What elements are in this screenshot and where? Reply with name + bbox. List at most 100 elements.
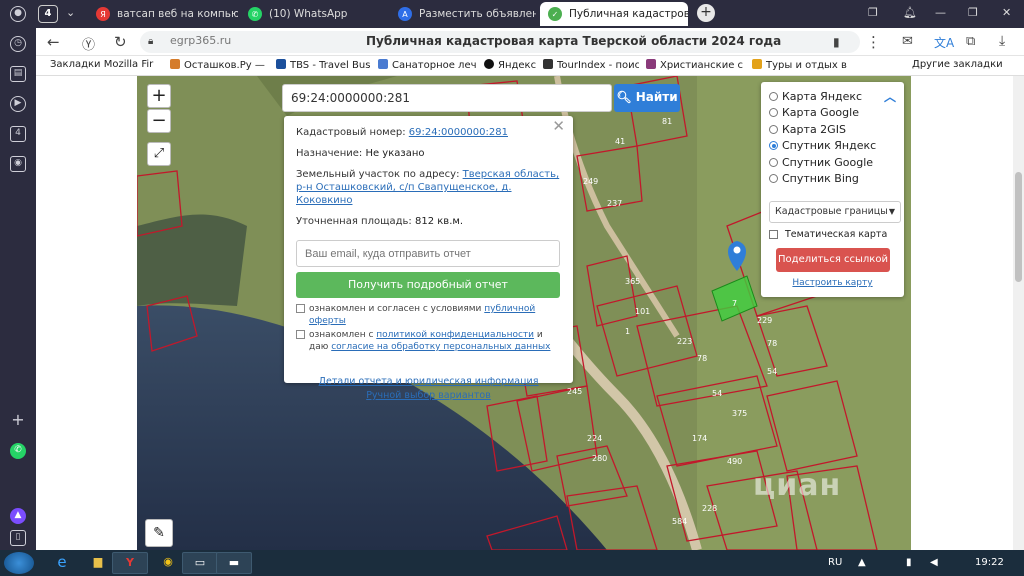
notifications-icon[interactable]: 🔔︎: [903, 6, 917, 19]
scroll-thumb[interactable]: [1015, 172, 1022, 282]
window-icon[interactable]: ▭: [182, 552, 218, 574]
video-icon[interactable]: ▶: [10, 96, 26, 112]
back-arrow-icon[interactable]: ←: [47, 33, 60, 51]
manual-select-link[interactable]: Ручной выбор вариантов: [296, 389, 561, 403]
bookmark-icon[interactable]: ▮: [833, 35, 840, 49]
tab-whatsapp[interactable]: ✆ (10) WhatsApp: [240, 2, 388, 26]
alice-icon[interactable]: ▲: [10, 508, 26, 524]
translate-icon[interactable]: 文A: [934, 34, 954, 51]
radio-button[interactable]: [769, 174, 778, 184]
radio-button[interactable]: [769, 108, 778, 118]
page-scrollbar[interactable]: [1013, 76, 1024, 550]
layer-option[interactable]: Карта Яндекс: [769, 88, 896, 105]
bookmark-item[interactable]: TourIndex - поиск: [543, 59, 639, 71]
layer-option[interactable]: Карта 2GIS: [769, 121, 896, 138]
profile-icon[interactable]: ●: [10, 6, 26, 22]
sidebar-toggle-icon[interactable]: ▯: [10, 530, 26, 546]
layer-option-label: Спутник Яндекс: [782, 139, 877, 153]
bookmark-item[interactable]: Христианские с: [646, 59, 744, 71]
tab-manager-icon[interactable]: ❐: [868, 6, 878, 19]
details-link[interactable]: Детали отчета и юридическая информация: [296, 375, 561, 389]
tab-counter[interactable]: 4: [38, 5, 58, 23]
tab-avito[interactable]: A Разместить объявление о: [390, 2, 536, 26]
history-icon[interactable]: ◷: [10, 36, 26, 52]
volume-icon[interactable]: ◀: [930, 557, 938, 568]
page-margin-right: [911, 76, 1013, 550]
whatsapp-icon[interactable]: ✆: [10, 443, 26, 459]
parcel-number-label: 245: [567, 387, 582, 396]
new-tab-button[interactable]: +: [697, 4, 715, 22]
close-window-icon[interactable]: ✕: [1002, 6, 1011, 19]
ie-icon[interactable]: e: [44, 552, 80, 574]
share-link-button[interactable]: Поделиться ссылкой: [776, 248, 890, 272]
bookmark-item[interactable]: Туры и отдых в Ту: [752, 59, 848, 71]
address-bar-row: ← Ⓨ ↻ 🔒︎ egrp365.ru Публичная кадастрова…: [36, 28, 1024, 56]
checkbox[interactable]: [769, 230, 778, 239]
tab-yandex-search[interactable]: Я ватсап веб на компьютере: [88, 2, 238, 26]
other-bookmarks[interactable]: Другие закладки: [912, 59, 1003, 70]
checkbox[interactable]: [296, 304, 305, 313]
minimize-icon[interactable]: —: [935, 6, 946, 19]
overlay-select[interactable]: Кадастровые границы ▼: [769, 201, 901, 223]
radio-button[interactable]: [769, 157, 778, 167]
layer-option[interactable]: Спутник Bing: [769, 171, 896, 188]
offer-consent[interactable]: ознакомлен и согласен с условиями публич…: [296, 303, 561, 327]
whatsapp-icon: ✆: [248, 7, 262, 21]
cadastral-number-link[interactable]: 69:24:0000000:281: [409, 127, 508, 138]
layer-option[interactable]: Спутник Google: [769, 154, 896, 171]
chevron-down-icon[interactable]: ⌄: [66, 6, 75, 19]
windows-taskbar: e ▆ Y ◉ ▭ ▬ RU ▲ ▮ ◀ 19:22: [0, 550, 1024, 576]
email-field[interactable]: [296, 240, 560, 267]
privacy-link[interactable]: политикой конфиденциальности: [376, 330, 534, 340]
find-button[interactable]: 🔍︎ Найти: [614, 84, 680, 112]
parcel-number-label: 7: [732, 299, 737, 308]
bookmark-item[interactable]: Осташков.Ру — о: [170, 59, 268, 71]
parcel-number-label: 249: [583, 177, 598, 186]
radio-button[interactable]: [769, 124, 778, 134]
layer-option[interactable]: Спутник Яндекс: [769, 138, 896, 155]
bookmark-item[interactable]: Закладки Mozilla Fir: [50, 59, 154, 70]
radio-button[interactable]: [769, 91, 778, 101]
add-panel-icon[interactable]: +: [10, 412, 26, 429]
mail-icon[interactable]: ✉: [902, 34, 913, 49]
chevron-up-icon[interactable]: ︿: [884, 88, 896, 105]
collections-icon[interactable]: ▤: [10, 66, 26, 82]
layer-option[interactable]: Карта Google: [769, 105, 896, 122]
reload-icon[interactable]: ↻: [114, 33, 127, 51]
personal-data-link[interactable]: согласие на обработку персональных данны…: [331, 342, 550, 352]
lock-icon: 🔒︎: [148, 36, 154, 47]
yandex-logo-icon[interactable]: Ⓨ: [82, 34, 95, 53]
ruler-icon[interactable]: ✎: [145, 519, 173, 547]
get-report-button[interactable]: Получить подробный отчет: [296, 272, 560, 298]
configure-map-link[interactable]: Настроить карту: [769, 278, 896, 288]
cadastral-search-input[interactable]: 69:24:0000000:281: [282, 84, 612, 112]
radio-button[interactable]: [769, 141, 778, 151]
thematic-map-toggle[interactable]: Тематическая карта: [769, 229, 896, 240]
zoom-out-button[interactable]: −: [147, 109, 171, 133]
bookmark-item[interactable]: Санаторное лечен: [378, 59, 476, 71]
privacy-consent[interactable]: ознакомлен с политикой конфиденциальност…: [296, 329, 561, 353]
fullscreen-button[interactable]: ⤢: [147, 142, 171, 166]
start-button[interactable]: [4, 552, 34, 574]
tray-arrow-icon[interactable]: ▲: [858, 557, 866, 568]
extensions-icon[interactable]: ⧉: [966, 34, 975, 49]
explorer-icon[interactable]: ▆: [80, 552, 116, 574]
checkbox[interactable]: [296, 330, 305, 339]
chrome-icon[interactable]: ◉: [150, 552, 186, 574]
yandex-browser-icon[interactable]: Y: [112, 552, 148, 574]
gallery-icon[interactable]: ◉: [10, 156, 26, 172]
page-title: Публичная кадастровая карта Тверской обл…: [366, 34, 782, 48]
close-icon[interactable]: ✕: [552, 119, 565, 134]
language-indicator[interactable]: RU: [828, 557, 842, 568]
restore-icon[interactable]: ❐: [968, 6, 978, 19]
network-icon[interactable]: ▮: [906, 557, 912, 568]
download-icon[interactable]: ⤓: [999, 33, 1005, 49]
tab-cadastral-map[interactable]: ✓ Публичная кадастровая ✕: [540, 2, 688, 26]
media-icon[interactable]: ▬: [216, 552, 252, 574]
bookmark-item[interactable]: TBS - Travel Busin: [276, 59, 370, 71]
cadastral-map[interactable]: 8161413792492378290217978736510119112422…: [137, 76, 911, 550]
zoom-in-button[interactable]: +: [147, 84, 171, 108]
more-menu-icon[interactable]: ⋮: [866, 33, 881, 51]
tab-group-icon[interactable]: 4: [10, 126, 26, 142]
bookmark-item[interactable]: Яндекс: [484, 59, 536, 71]
